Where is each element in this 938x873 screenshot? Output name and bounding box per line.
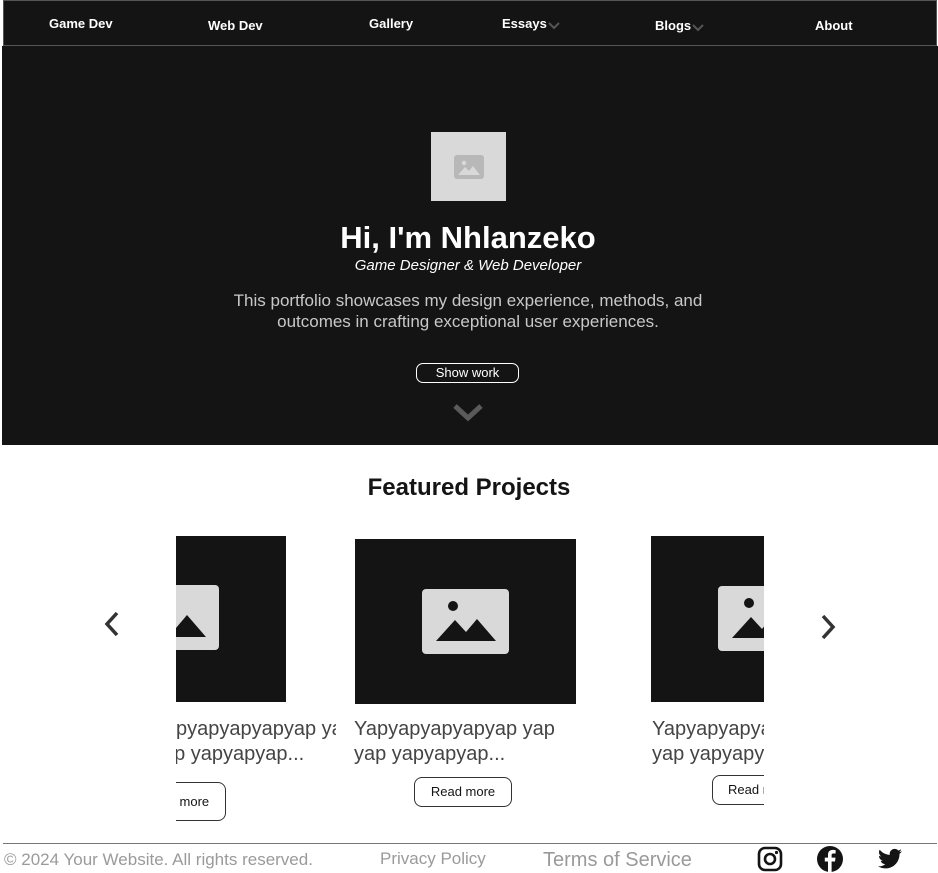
card-title-line-2: yap yapyapyap...: [354, 743, 506, 765]
nav-blogs[interactable]: Blogs: [655, 18, 704, 33]
project-card: Yapyapyapyapyap yap yap yapyapyap... Rea…: [651, 530, 764, 830]
nav-blogs-label: Blogs: [655, 18, 692, 33]
top-navigation: Game Dev Web Dev Gallery Essays Blogs Ab…: [3, 0, 937, 46]
project-card: Yapyapyapyapyap yap yap yapyapyap... Rea…: [354, 530, 594, 830]
hero-title: Hi, I'm Nhlanzeko: [340, 220, 596, 255]
image-icon: [718, 586, 764, 651]
hero-subtitle: Game Designer & Web Developer: [354, 257, 582, 274]
card-title-line-2: yap yapyapyap...: [652, 743, 764, 765]
featured-projects-title: Featured Projects: [367, 474, 571, 501]
image-icon: [454, 155, 484, 179]
show-work-button[interactable]: Show work: [416, 363, 519, 383]
chevron-down-icon[interactable]: [452, 402, 484, 424]
nav-essays-label: Essays: [502, 16, 547, 31]
nav-game-dev[interactable]: Game Dev: [49, 16, 113, 31]
card-image: [651, 536, 764, 702]
project-card: Yapyapyapyapyap yap yap yapyapyap... Rea…: [176, 530, 336, 830]
card-title-line-1: Yapyapyapyapyap yap: [176, 718, 336, 740]
image-icon: [422, 589, 509, 654]
read-more-button[interactable]: Read more: [176, 782, 226, 821]
nav-web-dev[interactable]: Web Dev: [208, 18, 263, 33]
twitter-icon[interactable]: [876, 845, 904, 873]
card-title-line-1: Yapyapyapyapyap yap: [354, 718, 555, 740]
hero-section: Hi, I'm Nhlanzeko Game Designer & Web De…: [2, 46, 938, 445]
instagram-icon[interactable]: [756, 845, 784, 873]
card-image: [355, 539, 576, 704]
footer-divider: [3, 843, 937, 844]
terms-of-service-link[interactable]: Terms of Service: [543, 849, 692, 872]
image-icon: [176, 585, 219, 650]
chevron-down-icon: [548, 21, 560, 29]
read-more-button[interactable]: Read more: [414, 777, 512, 807]
card-title-line-2: yap yapyapyap...: [176, 743, 305, 765]
nav-gallery[interactable]: Gallery: [369, 16, 413, 31]
card-title-line-1: Yapyapyapyapyap yap: [652, 718, 764, 740]
facebook-icon[interactable]: [816, 845, 844, 873]
read-more-button[interactable]: Read more: [712, 775, 764, 805]
chevron-right-icon[interactable]: [816, 612, 840, 642]
card-image: [176, 536, 286, 702]
nav-about[interactable]: About: [815, 18, 853, 33]
privacy-policy-link[interactable]: Privacy Policy: [380, 849, 486, 869]
footer-copyright: © 2024 Your Website. All rights reserved…: [4, 850, 313, 869]
chevron-left-icon[interactable]: [100, 609, 124, 639]
hero-description: This portfolio showcases my design exper…: [233, 291, 703, 331]
hero-image-placeholder: [431, 132, 506, 201]
chevron-down-icon: [692, 23, 704, 31]
nav-essays[interactable]: Essays: [502, 16, 560, 31]
